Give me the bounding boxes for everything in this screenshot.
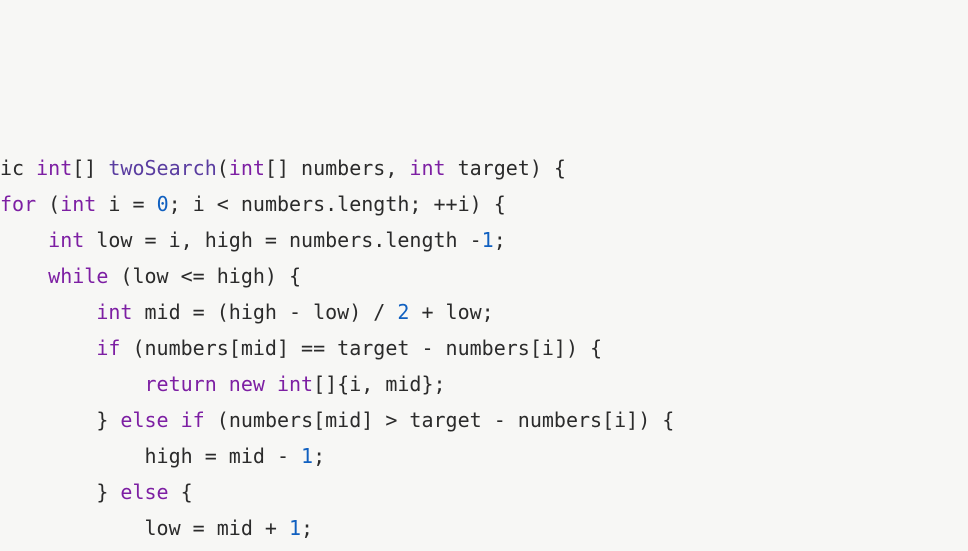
code-token: low = mid + bbox=[0, 516, 289, 540]
code-token: } bbox=[0, 480, 120, 504]
code-token: int bbox=[60, 192, 96, 216]
code-token: while bbox=[48, 264, 108, 288]
code-token: ; bbox=[313, 444, 325, 468]
code-line: ic int[] twoSearch(int[] numbers, int ta… bbox=[0, 150, 968, 186]
code-token: i = bbox=[96, 192, 156, 216]
code-line: low = mid + 1; bbox=[0, 510, 968, 546]
code-token: mid = (high - low) / bbox=[132, 300, 397, 324]
code-line: high = mid - 1; bbox=[0, 438, 968, 474]
code-line: if (numbers[mid] == target - numbers[i])… bbox=[0, 330, 968, 366]
code-token: int bbox=[229, 156, 265, 180]
code-token bbox=[265, 372, 277, 396]
code-token: ( bbox=[217, 156, 229, 180]
code-token bbox=[0, 228, 48, 252]
code-token: return bbox=[145, 372, 217, 396]
code-line: int low = i, high = numbers.length -1; bbox=[0, 222, 968, 258]
code-token: 0 bbox=[157, 192, 169, 216]
code-token: } bbox=[0, 408, 120, 432]
code-token bbox=[217, 372, 229, 396]
code-token: { bbox=[169, 480, 193, 504]
code-token: if bbox=[96, 336, 120, 360]
code-token: [] numbers, bbox=[265, 156, 410, 180]
code-token: int bbox=[96, 300, 132, 324]
code-token: ; bbox=[494, 228, 506, 252]
code-token: (numbers[mid] > target - numbers[i]) { bbox=[205, 408, 675, 432]
code-token: ; i < numbers.length; ++i) { bbox=[169, 192, 506, 216]
code-token: 1 bbox=[301, 444, 313, 468]
code-block: ic int[] twoSearch(int[] numbers, int ta… bbox=[0, 150, 968, 551]
code-token: 1 bbox=[289, 516, 301, 540]
code-token: for bbox=[0, 192, 36, 216]
code-token: 1 bbox=[482, 228, 494, 252]
code-token: ( bbox=[36, 192, 60, 216]
code-token: else bbox=[120, 408, 168, 432]
code-token bbox=[0, 372, 145, 396]
code-token: [] bbox=[72, 156, 108, 180]
code-line: while (low <= high) { bbox=[0, 258, 968, 294]
code-token: + low; bbox=[409, 300, 493, 324]
code-token: ; bbox=[301, 516, 313, 540]
code-token bbox=[0, 336, 96, 360]
code-token: if bbox=[181, 408, 205, 432]
code-line: int mid = (high - low) / 2 + low; bbox=[0, 294, 968, 330]
code-token: int bbox=[409, 156, 445, 180]
code-line: } else if (numbers[mid] > target - numbe… bbox=[0, 402, 968, 438]
code-line: } bbox=[0, 546, 968, 551]
code-token: high = mid - bbox=[0, 444, 301, 468]
code-token: 2 bbox=[397, 300, 409, 324]
code-token: int bbox=[277, 372, 313, 396]
code-token: new bbox=[229, 372, 265, 396]
code-line: } else { bbox=[0, 474, 968, 510]
code-token: (numbers[mid] == target - numbers[i]) { bbox=[120, 336, 602, 360]
code-token: int bbox=[48, 228, 84, 252]
code-line: for (int i = 0; i < numbers.length; ++i)… bbox=[0, 186, 968, 222]
code-token: []{i, mid}; bbox=[313, 372, 445, 396]
code-token: else bbox=[120, 480, 168, 504]
code-token: twoSearch bbox=[108, 156, 216, 180]
code-token bbox=[0, 300, 96, 324]
code-line: return new int[]{i, mid}; bbox=[0, 366, 968, 402]
code-token: target) { bbox=[446, 156, 566, 180]
code-token: ic bbox=[0, 156, 36, 180]
code-token bbox=[0, 264, 48, 288]
code-token bbox=[169, 408, 181, 432]
code-token: (low <= high) { bbox=[108, 264, 301, 288]
code-token: int bbox=[36, 156, 72, 180]
code-token: low = i, high = numbers.length - bbox=[84, 228, 481, 252]
